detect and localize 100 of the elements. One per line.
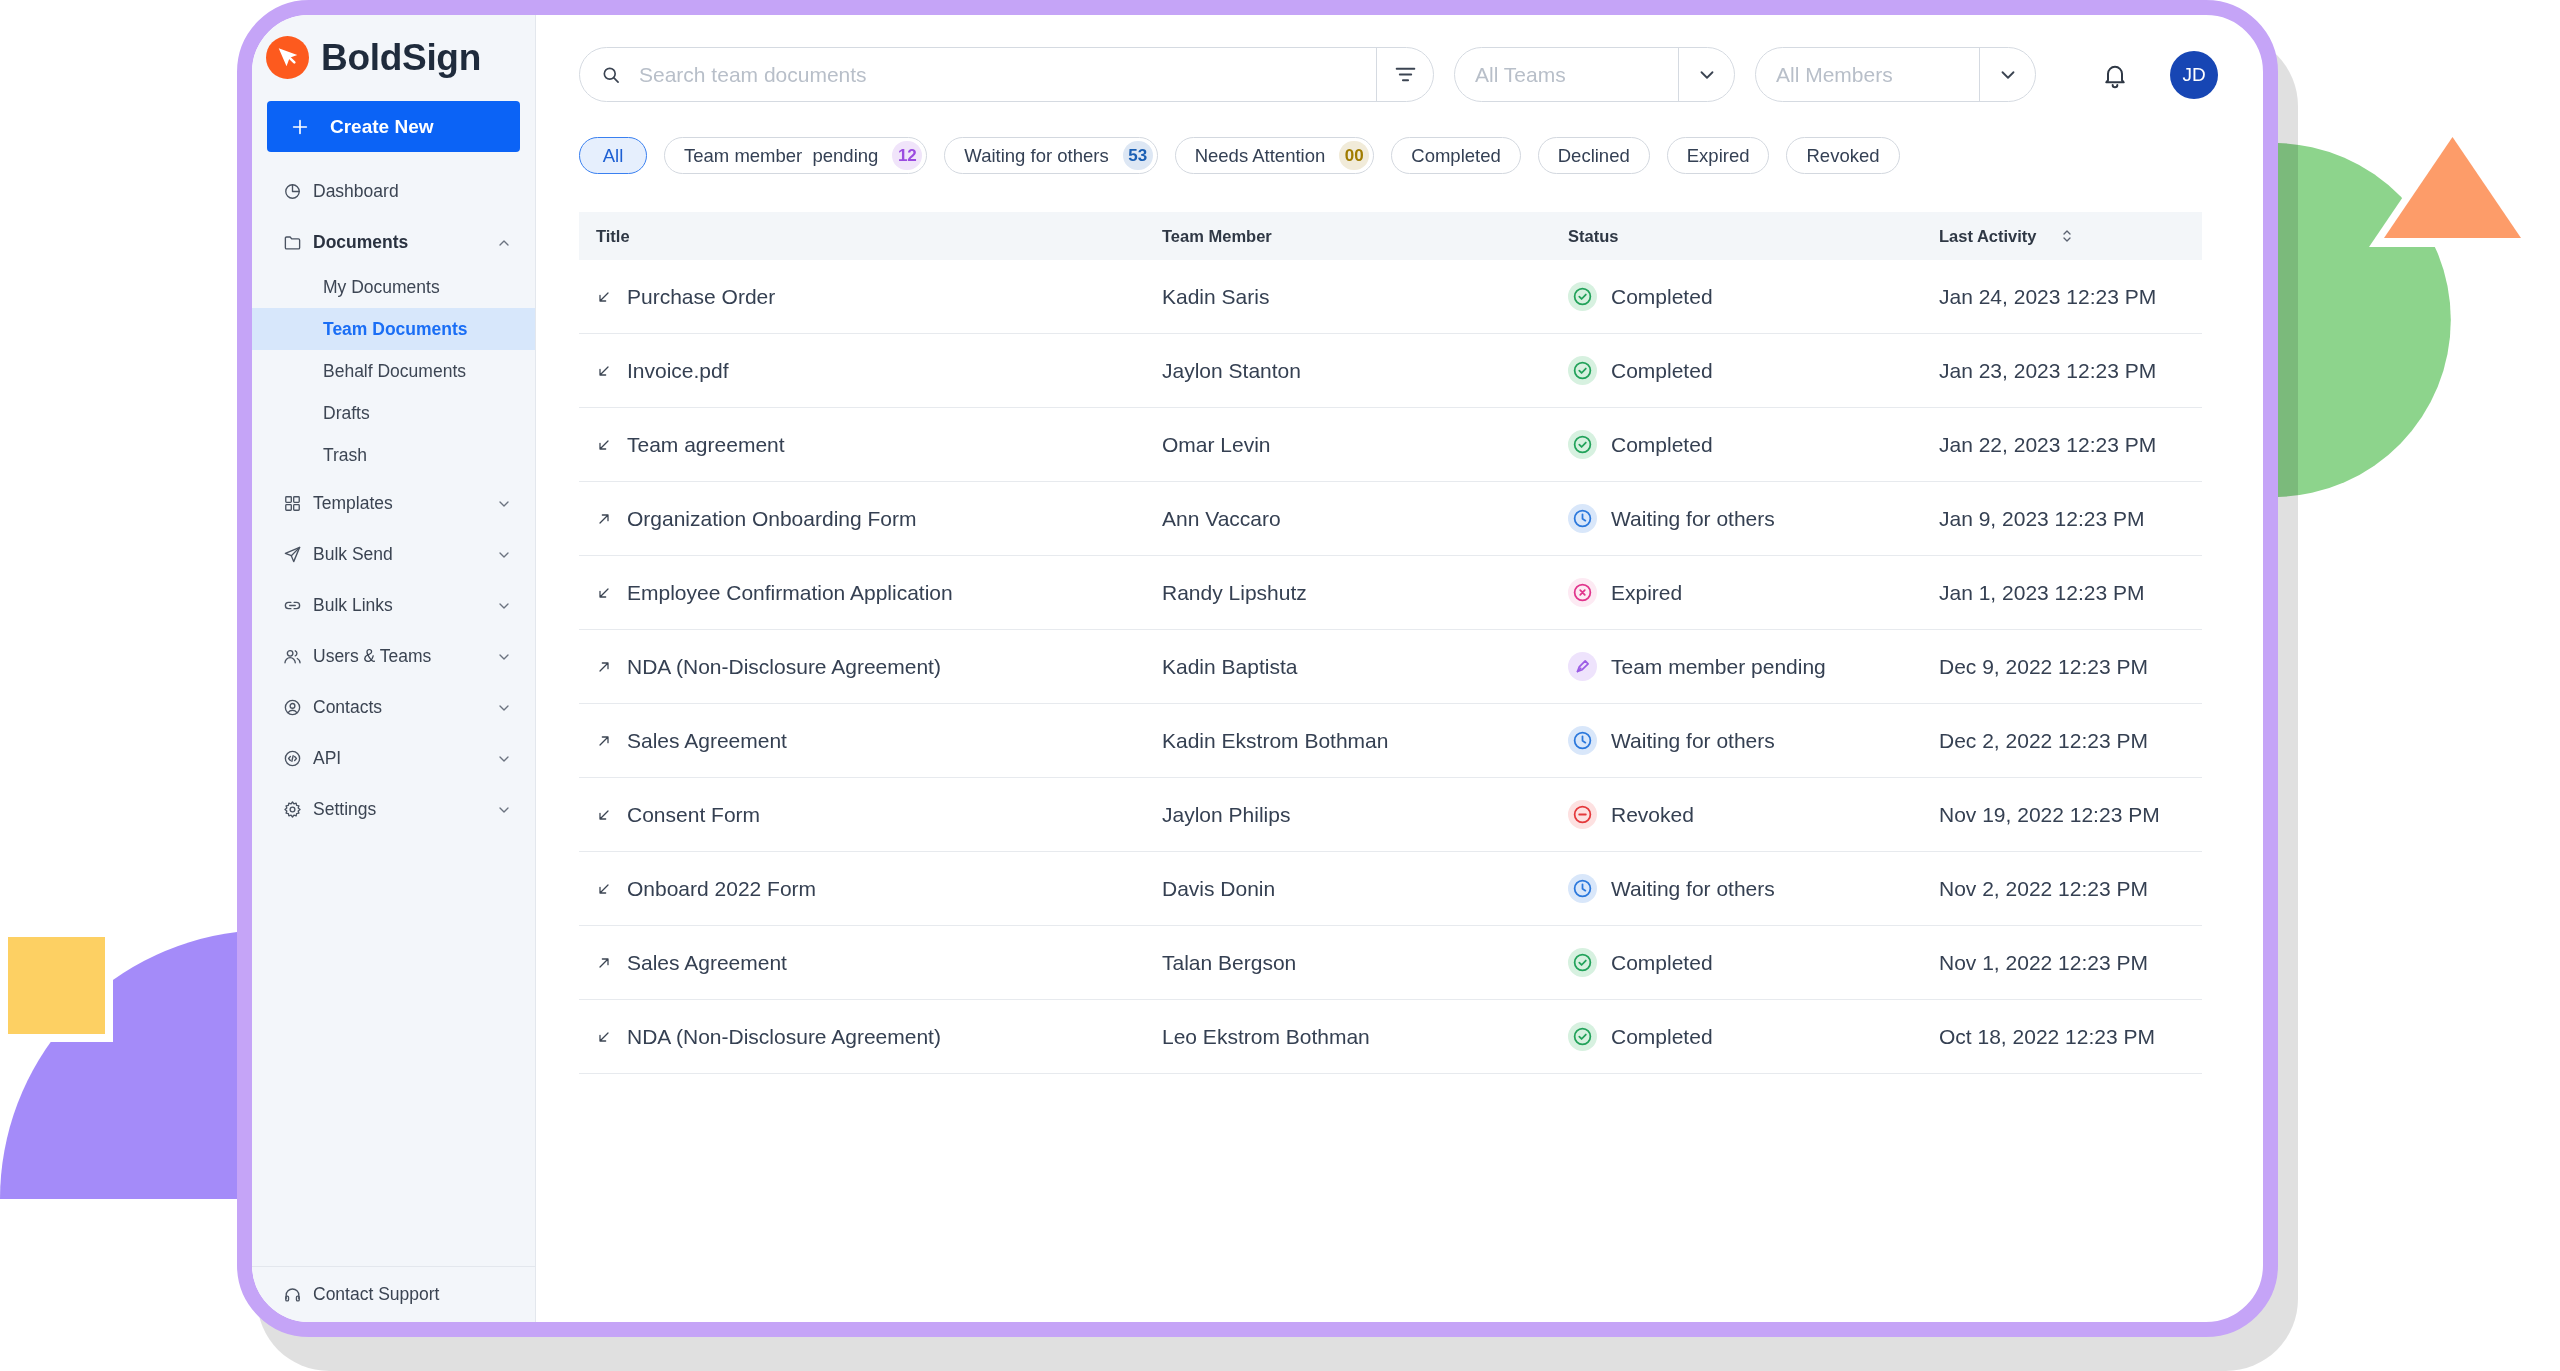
status-label: Team member pending [1611, 654, 1826, 679]
status-label: Waiting for others [1611, 506, 1775, 531]
sidebar-subitem[interactable]: Drafts [252, 392, 535, 434]
code-icon [283, 749, 302, 768]
filter-chip[interactable]: Declined [1537, 137, 1650, 174]
activity-date: Jan 9, 2023 12:23 PM [1939, 506, 2145, 531]
member-name: Jaylon Stanton [1162, 358, 1301, 383]
column-header: Title [596, 226, 630, 246]
member-name: Randy Lipshutz [1162, 580, 1307, 605]
document-title[interactable]: Sales Agreement [627, 950, 787, 975]
contact-icon [283, 698, 302, 717]
check-circle-icon [1568, 430, 1597, 459]
member-name: Omar Levin [1162, 432, 1271, 457]
user-avatar[interactable]: JD [2170, 50, 2218, 99]
status-label: Waiting for others [1611, 876, 1775, 901]
member-name: Kadin Baptista [1162, 654, 1298, 679]
document-title[interactable]: Purchase Order [627, 284, 776, 309]
settings-icon [283, 800, 302, 819]
member-input[interactable]: All Members [1776, 59, 1979, 90]
document-title[interactable]: Organization Onboarding Form [627, 506, 917, 531]
document-title[interactable]: Onboard 2022 Form [627, 876, 817, 901]
folder-icon [283, 233, 302, 252]
filter-chip[interactable]: Needs Attention 00 [1174, 137, 1375, 174]
activity-date: Jan 24, 2023 12:23 PM [1939, 284, 2157, 309]
sidebar-subitem[interactable]: Team Documents [252, 308, 535, 350]
check-circle-icon [1568, 282, 1597, 311]
status-label: Completed [1611, 950, 1713, 975]
document-count: 53 [1122, 141, 1153, 170]
activity-date: Nov 1, 2022 12:23 PM [1939, 950, 2148, 975]
status-label: Completed [1611, 284, 1713, 309]
status-label: Completed [1611, 358, 1713, 383]
activity-date: Nov 19, 2022 12:23 PM [1939, 802, 2160, 827]
clock-icon [1568, 726, 1597, 755]
check-circle-icon [1568, 356, 1597, 385]
check-circle-icon [1568, 948, 1597, 977]
column-header: Team Member [1162, 226, 1272, 246]
pen-icon [1568, 652, 1597, 681]
member-name: Davis Donin [1162, 876, 1276, 901]
document-title[interactable]: NDA (Non-Disclosure Agreement) [627, 1024, 941, 1049]
member-name: Kadin Saris [1162, 284, 1270, 309]
document-title[interactable]: Invoice.pdf [627, 358, 729, 383]
document-count: 12 [892, 141, 923, 170]
activity-date: Dec 2, 2022 12:23 PM [1939, 728, 2148, 753]
dashboard-icon [283, 182, 302, 201]
x-circle-icon [1568, 578, 1597, 607]
logo-icon [266, 36, 309, 79]
status-label: Revoked [1611, 802, 1694, 827]
member-name: Jaylon Philips [1162, 802, 1291, 827]
document-title[interactable]: Consent Form [627, 802, 761, 827]
team-input[interactable]: All Teams [1475, 59, 1678, 90]
filter-chip[interactable]: Completed [1391, 137, 1521, 174]
activity-date: Dec 9, 2022 12:23 PM [1939, 654, 2148, 679]
activity-date: Nov 2, 2022 12:23 PM [1939, 876, 2148, 901]
clock-icon [1568, 874, 1597, 903]
member-name: Ann Vaccaro [1162, 506, 1281, 531]
sidebar-item[interactable]: Dashboard [252, 166, 535, 217]
filter-chip[interactable]: Expired [1666, 137, 1770, 174]
filter-chip[interactable]: Team member pending 12 [664, 137, 928, 174]
status-label: Waiting for others [1611, 728, 1775, 753]
sidebar-item[interactable]: Contacts [252, 682, 535, 733]
activity-date: Jan 22, 2023 12:23 PM [1939, 432, 2157, 457]
contact-support-link[interactable]: Contact Support [252, 1266, 535, 1322]
sidebar-item[interactable]: Documents [252, 217, 535, 268]
status-label: Completed [1611, 432, 1713, 457]
logo-text: BoldSign [321, 39, 481, 76]
sidebar-subitem[interactable]: Trash [252, 434, 535, 476]
create-new-button[interactable]: Create New [267, 101, 520, 152]
sidebar-item[interactable]: Settings [252, 784, 535, 835]
member-name: Leo Ekstrom Bothman [1162, 1024, 1370, 1049]
send-icon [283, 545, 302, 564]
document-title[interactable]: Sales Agreement [627, 728, 787, 753]
document-title[interactable]: Team agreement [627, 432, 785, 457]
check-circle-icon [1568, 1022, 1597, 1051]
clock-icon [1568, 504, 1597, 533]
minus-circle-icon [1568, 800, 1597, 829]
activity-date: Oct 18, 2022 12:23 PM [1939, 1024, 2155, 1049]
filter-chip[interactable]: Revoked [1786, 137, 1900, 174]
grid-icon [283, 494, 302, 513]
sidebar-item[interactable]: API [252, 733, 535, 784]
document-count: 00 [1339, 141, 1370, 170]
users-icon [283, 647, 302, 666]
sidebar-subitem[interactable]: Behalf Documents [252, 350, 535, 392]
document-title[interactable]: NDA (Non-Disclosure Agreement) [627, 654, 941, 679]
member-name: Kadin Ekstrom Bothman [1162, 728, 1389, 753]
sidebar-item[interactable]: Users & Teams [252, 631, 535, 682]
headphones-icon [283, 1285, 302, 1304]
activity-date: Jan 1, 2023 12:23 PM [1939, 580, 2145, 605]
status-label: Expired [1611, 580, 1683, 605]
member-name: Talan Bergson [1162, 950, 1297, 975]
status-label: Completed [1611, 1024, 1713, 1049]
sidebar-item[interactable]: Templates [252, 478, 535, 529]
document-title[interactable]: Employee Confirmation Application [627, 580, 953, 605]
filter-chip[interactable]: Waiting for others 53 [944, 137, 1158, 174]
sidebar-item[interactable]: Bulk Links [252, 580, 535, 631]
sidebar-subitem[interactable]: My Documents [252, 266, 535, 308]
column-header: Last Activity [1939, 226, 2037, 246]
plus-icon [291, 117, 309, 136]
sidebar-item[interactable]: Bulk Send [252, 529, 535, 580]
filter-chip[interactable]: All [579, 137, 647, 174]
search-input[interactable]: Search team documents [639, 59, 1376, 90]
